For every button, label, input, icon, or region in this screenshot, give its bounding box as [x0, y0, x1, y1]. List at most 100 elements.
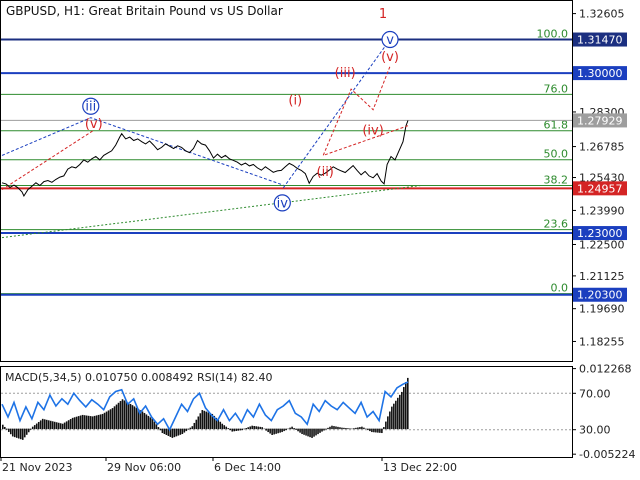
wave-label: iv: [277, 196, 289, 211]
macd-bar: [321, 428, 323, 432]
price-tick-label: 1.19690: [579, 303, 625, 316]
macd-bar: [345, 428, 347, 430]
macd-bar: [237, 428, 240, 431]
macd-bar: [331, 425, 333, 430]
macd-bar: [109, 409, 112, 430]
macd-bar: [63, 422, 66, 430]
wave-label: (v): [85, 117, 103, 132]
macd-bar: [283, 428, 285, 432]
macd-bar: [231, 428, 234, 432]
wave-label: (v): [381, 50, 399, 65]
macd-bar: [377, 428, 379, 433]
macd-bar: [55, 422, 58, 430]
macd-bar: [149, 417, 152, 430]
macd-bar: [157, 427, 160, 430]
macd-bar: [181, 428, 184, 435]
macd-bar: [281, 428, 283, 433]
macd-bar: [385, 421, 387, 430]
macd-bar: [351, 428, 353, 430]
macd-bar: [389, 411, 391, 430]
macd-bar: [357, 427, 359, 430]
macd-bar: [253, 425, 255, 430]
macd-bar: [193, 422, 196, 430]
macd-bar: [379, 428, 381, 433]
macd-bar: [43, 419, 46, 430]
macd-bar: [363, 427, 365, 430]
macd-bar: [325, 428, 327, 430]
macd-bar: [285, 428, 287, 431]
macd-bar: [19, 428, 22, 440]
macd-bar: [355, 427, 357, 430]
macd-bar: [33, 425, 36, 430]
macd-bar: [347, 428, 349, 430]
macd-bar: [129, 403, 132, 430]
macd-bar: [251, 425, 253, 430]
macd-bar: [37, 421, 40, 430]
macd-bar: [187, 428, 190, 430]
macd-bar: [383, 427, 385, 430]
macd-bar: [229, 428, 232, 431]
macd-bar: [5, 428, 8, 430]
macd-bar: [67, 420, 70, 430]
macd-bar: [367, 428, 369, 431]
macd-bar: [311, 428, 313, 438]
macd-bar: [15, 428, 18, 438]
main-price-panel: 100.076.061.850.038.223.60.01v(v)(iii)(i…: [0, 0, 627, 362]
macd-bar: [89, 416, 92, 430]
macd-bar: [81, 414, 84, 430]
macd-bar: [177, 428, 180, 436]
macd-bar: [387, 416, 389, 430]
macd-bar: [297, 428, 299, 432]
macd-bar: [123, 400, 126, 430]
macd-bar: [53, 421, 56, 430]
macd-bar: [101, 413, 104, 430]
macd-bar: [301, 428, 303, 435]
macd-bar: [23, 428, 26, 438]
macd-bar: [343, 427, 345, 430]
macd-bar: [119, 401, 122, 430]
macd-bar: [267, 428, 269, 433]
macd-bar: [35, 423, 38, 430]
macd-bar: [317, 428, 319, 435]
macd-bar: [319, 428, 321, 433]
macd-bar: [69, 419, 72, 430]
macd-bar: [13, 428, 16, 438]
macd-bar: [73, 417, 76, 430]
fib-label: 0.0: [551, 282, 569, 295]
macd-bar: [17, 428, 20, 439]
macd-bar: [203, 410, 206, 430]
macd-bar: [103, 412, 106, 430]
macd-bar: [99, 414, 102, 430]
macd-bar: [21, 428, 24, 440]
macd-bar: [293, 428, 295, 430]
macd-bar: [405, 382, 407, 430]
macd-bar: [341, 427, 343, 430]
macd-bar: [185, 428, 188, 432]
macd-bar: [163, 428, 166, 435]
macd-bar: [307, 428, 309, 437]
main-frame: [0, 0, 573, 362]
time-tick-label: 6 Dec 14:00: [214, 461, 281, 474]
macd-bar: [223, 425, 226, 430]
macd-bar: [85, 415, 88, 430]
macd-bar: [395, 400, 397, 430]
macd-bar: [273, 428, 275, 435]
macd-bar: [245, 428, 248, 430]
time-tick-label: 29 Nov 06:00: [107, 461, 181, 474]
fib-label: 23.6: [544, 218, 569, 231]
macd-bar: [239, 428, 242, 431]
level-badge-label: 1.31470: [577, 34, 623, 47]
macd-bar: [159, 428, 162, 431]
macd-bar: [2, 424, 4, 430]
macd-bar: [403, 387, 405, 430]
macd-bar: [127, 402, 130, 430]
wave-label: 1: [379, 7, 387, 22]
macd-bar: [381, 428, 383, 434]
macd-bar: [115, 404, 118, 430]
macd-bar: [371, 428, 373, 433]
macd-bar: [117, 402, 120, 430]
macd-bar: [79, 415, 82, 430]
macd-bar: [243, 428, 246, 430]
macd-bar: [153, 421, 156, 430]
macd-bar: [195, 419, 198, 430]
